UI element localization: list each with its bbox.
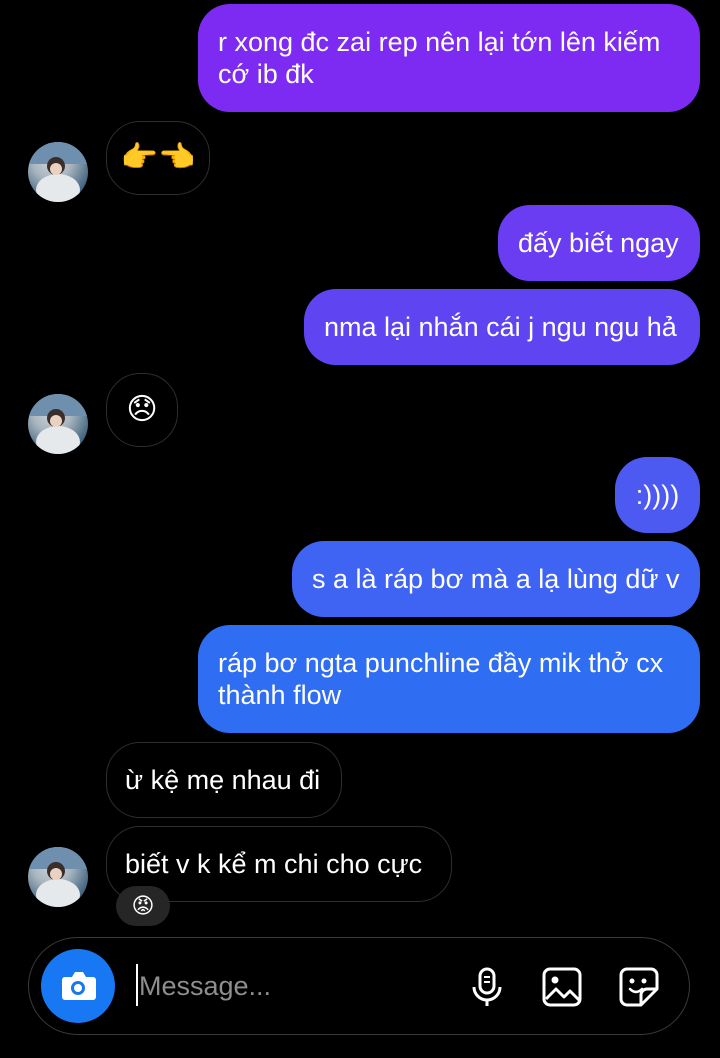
received-message[interactable]: ừ kệ mẹ nhau đi bbox=[106, 742, 342, 818]
message-composer bbox=[28, 937, 690, 1035]
sent-message[interactable]: :)))) bbox=[615, 457, 700, 533]
sent-message[interactable]: nma lại nhắn cái j ngu ngu hả bbox=[304, 289, 700, 365]
message-text: s a là ráp bơ mà a lạ lùng dữ v bbox=[312, 564, 680, 594]
reaction-badge[interactable]: 😡 bbox=[116, 886, 170, 926]
message-input[interactable] bbox=[139, 966, 459, 1006]
sent-message[interactable]: ráp bơ ngta punchline đầy mik thở cx thà… bbox=[198, 625, 700, 733]
message-text: :)))) bbox=[635, 480, 680, 510]
emoji-text: 👉👈 bbox=[120, 141, 196, 174]
received-message[interactable]: 😞 bbox=[106, 373, 178, 447]
contact-avatar[interactable] bbox=[28, 142, 88, 202]
message-text: ráp bơ ngta punchline đầy mik thở cx thà… bbox=[218, 648, 664, 710]
message-text: nma lại nhắn cái j ngu ngu hả bbox=[324, 312, 677, 342]
message-text: biết v k kể m chi cho cực bbox=[125, 849, 423, 879]
gallery-button[interactable] bbox=[540, 965, 584, 1009]
message-text: r xong đc zai rep nên lại tớn lên kiếm c… bbox=[218, 27, 661, 89]
emoji-text: 😞 bbox=[126, 393, 158, 426]
received-message[interactable]: 👉👈 bbox=[106, 121, 210, 195]
microphone-icon bbox=[472, 967, 502, 1006]
sent-message[interactable]: s a là ráp bơ mà a lạ lùng dữ v bbox=[292, 541, 700, 617]
message-text: đấy biết ngay bbox=[518, 228, 679, 258]
contact-avatar[interactable] bbox=[28, 394, 88, 454]
text-cursor bbox=[136, 964, 138, 1006]
sticker-icon bbox=[619, 967, 659, 1007]
gallery-icon bbox=[542, 967, 582, 1007]
sent-message[interactable]: đấy biết ngay bbox=[498, 205, 700, 281]
message-text: ừ kệ mẹ nhau đi bbox=[125, 765, 321, 795]
microphone-button[interactable] bbox=[465, 965, 509, 1009]
contact-avatar[interactable] bbox=[28, 847, 88, 907]
camera-button[interactable] bbox=[41, 949, 115, 1023]
angry-face-icon: 😡 bbox=[131, 893, 155, 918]
sent-message[interactable]: r xong đc zai rep nên lại tớn lên kiếm c… bbox=[198, 4, 700, 112]
camera-icon bbox=[62, 972, 96, 1000]
sticker-button[interactable] bbox=[617, 965, 661, 1009]
